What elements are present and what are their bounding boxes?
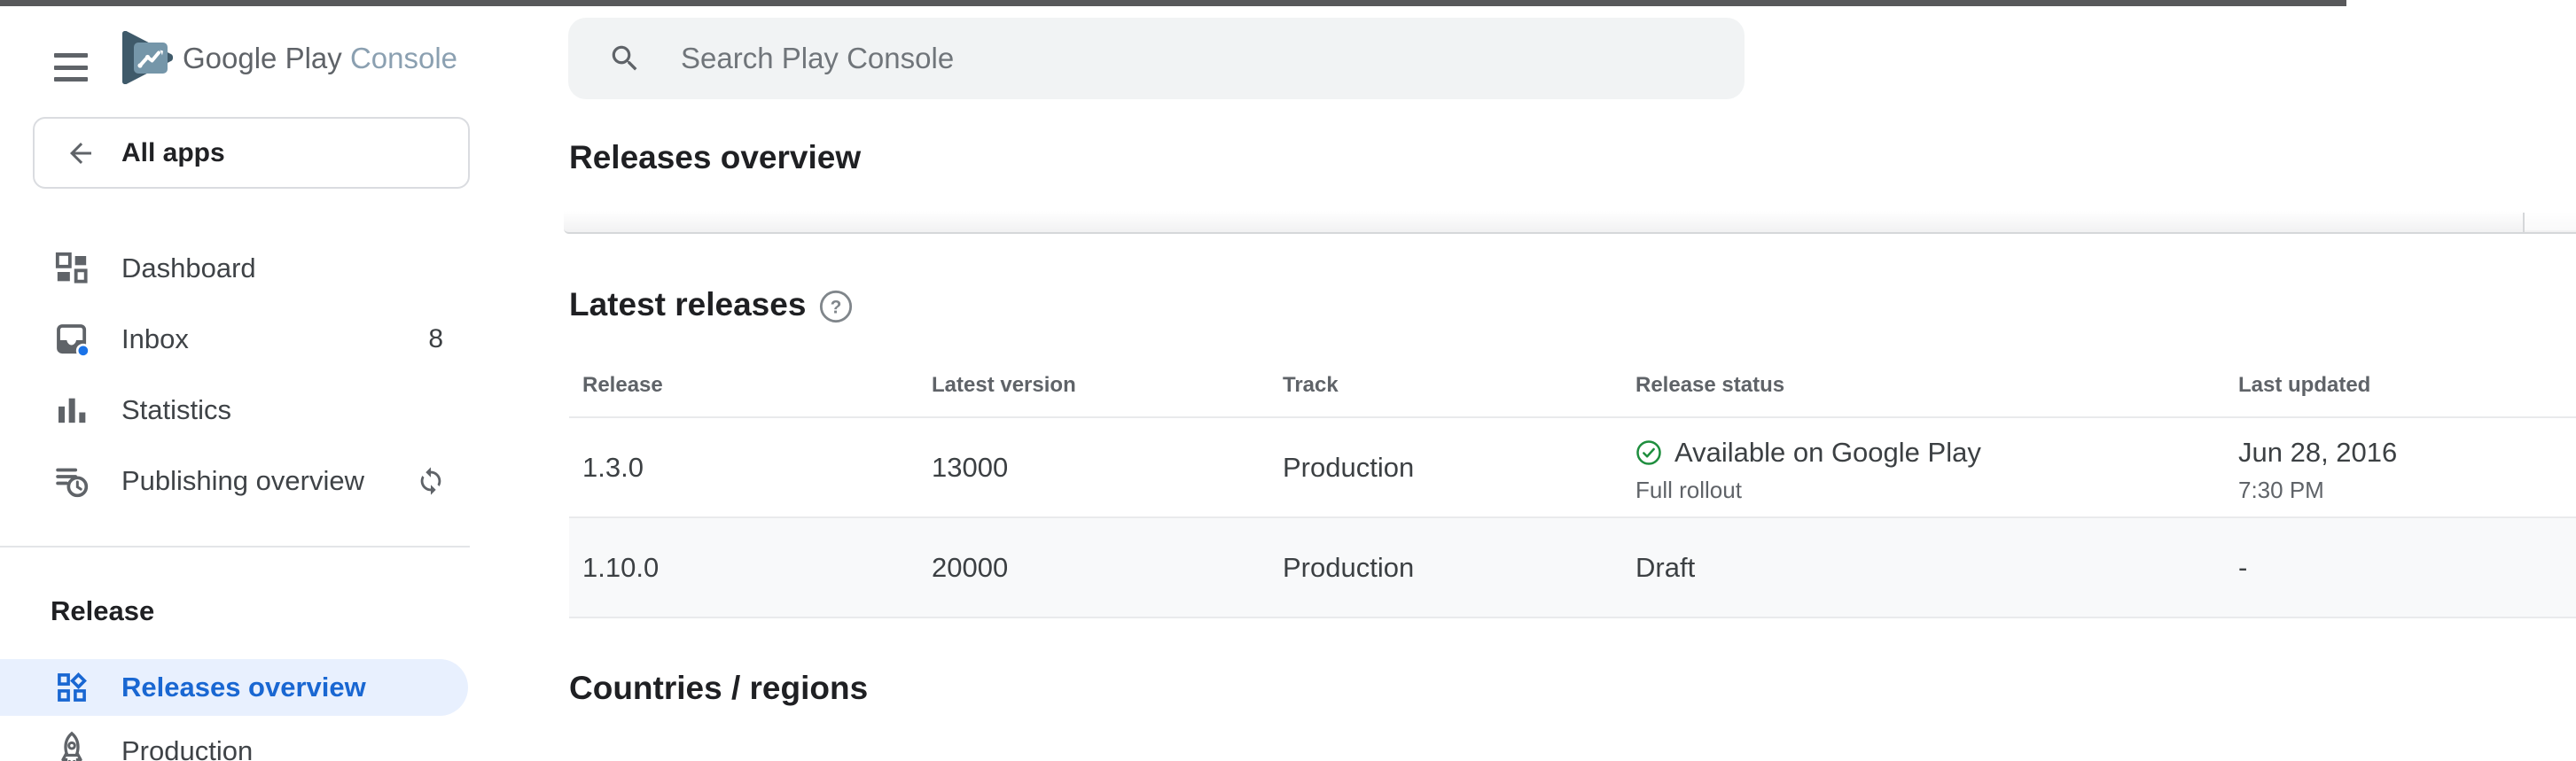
sidebar-item-label: Releases overview xyxy=(121,659,366,716)
sidebar-item-dashboard[interactable]: Dashboard xyxy=(0,240,470,297)
publishing-overview-icon xyxy=(54,463,90,499)
release-cell: 1.10.0 xyxy=(582,518,659,617)
latest-version-cell: 20000 xyxy=(932,518,1008,617)
status-text: Available on Google Play xyxy=(1674,437,1981,469)
sidebar-item-releases-overview[interactable]: Releases overview xyxy=(0,659,468,716)
table-header-row: Release Latest version Track Release sta… xyxy=(569,354,2576,418)
column-header-track: Track xyxy=(1283,354,1339,416)
menu-hamburger-icon[interactable] xyxy=(54,53,88,82)
last-updated-cell: - xyxy=(2238,518,2247,617)
statistics-icon xyxy=(54,392,90,428)
status-detail: Full rollout xyxy=(1635,477,1981,503)
play-console-app: Google Play Console All apps Dashboard xyxy=(0,0,2576,761)
help-icon[interactable]: ? xyxy=(818,289,854,324)
last-updated-text: Jun 28, 2016 xyxy=(2238,437,2397,469)
release-cell: 1.3.0 xyxy=(582,418,644,516)
back-arrow-icon xyxy=(65,137,97,169)
window-top-bar xyxy=(0,0,2346,6)
scrolled-table-edge-right xyxy=(2525,211,2576,230)
sidebar-item-publishing-overview[interactable]: Publishing overview xyxy=(0,453,470,509)
sidebar-section-release: Release xyxy=(51,595,154,627)
inbox-count-badge: 8 xyxy=(428,324,443,354)
sidebar-item-label: Dashboard xyxy=(121,240,256,297)
sidebar-item-inbox[interactable]: Inbox 8 xyxy=(0,311,470,368)
track-cell: Production xyxy=(1283,518,1414,617)
sidebar-item-label: Production xyxy=(121,735,253,761)
last-updated-cell: Jun 28, 2016 7:30 PM xyxy=(2238,418,2397,516)
brand-title-secondary: Console xyxy=(350,42,457,74)
scrolled-table-edge xyxy=(564,211,2576,234)
google-play-logo-icon xyxy=(119,29,174,86)
table-row[interactable]: 1.3.0 13000 Production Available on Goog… xyxy=(569,418,2576,518)
all-apps-button[interactable]: All apps xyxy=(33,117,470,189)
svg-text:?: ? xyxy=(831,297,842,317)
latest-releases-header: Latest releases ? xyxy=(569,285,854,324)
search-icon xyxy=(608,42,642,75)
column-header-last-updated: Last updated xyxy=(2238,354,2370,416)
sidebar-divider xyxy=(0,546,470,547)
search-input[interactable] xyxy=(679,41,1745,76)
sidebar-item-label: Publishing overview xyxy=(121,453,364,509)
inbox-icon xyxy=(54,322,90,357)
sync-icon xyxy=(416,466,446,496)
column-header-release: Release xyxy=(582,354,663,416)
check-circle-icon xyxy=(1635,439,1662,466)
latest-version-cell: 13000 xyxy=(932,418,1008,516)
column-header-latest-version: Latest version xyxy=(932,354,1076,416)
latest-releases-title: Latest releases xyxy=(569,286,806,323)
dashboard-icon xyxy=(54,251,90,286)
table-row[interactable]: 1.10.0 20000 Production Draft - xyxy=(569,518,2576,618)
releases-overview-icon xyxy=(56,672,88,703)
scrolled-table-column-divider xyxy=(2523,213,2525,232)
rocket-icon xyxy=(54,731,90,761)
page-title: Releases overview xyxy=(569,139,861,176)
countries-regions-title: Countries / regions xyxy=(569,670,868,707)
brand-title-primary: Google Play xyxy=(183,42,342,74)
sidebar-item-statistics[interactable]: Statistics xyxy=(0,382,470,439)
brand-wordmark: Google Play Console xyxy=(183,39,457,78)
sidebar-item-label: Inbox xyxy=(121,311,189,368)
search-bar[interactable] xyxy=(568,18,1745,99)
column-header-release-status: Release status xyxy=(1635,354,1784,416)
track-cell: Production xyxy=(1283,418,1414,516)
release-status-cell: Available on Google Play Full rollout xyxy=(1635,418,1981,516)
sidebar-item-production[interactable]: Production xyxy=(0,726,470,761)
all-apps-label: All apps xyxy=(121,138,225,168)
release-status-cell: Draft xyxy=(1635,518,1695,617)
sidebar-item-label: Statistics xyxy=(121,382,231,439)
last-updated-detail: 7:30 PM xyxy=(2238,477,2397,503)
latest-releases-table: Release Latest version Track Release sta… xyxy=(569,354,2576,618)
